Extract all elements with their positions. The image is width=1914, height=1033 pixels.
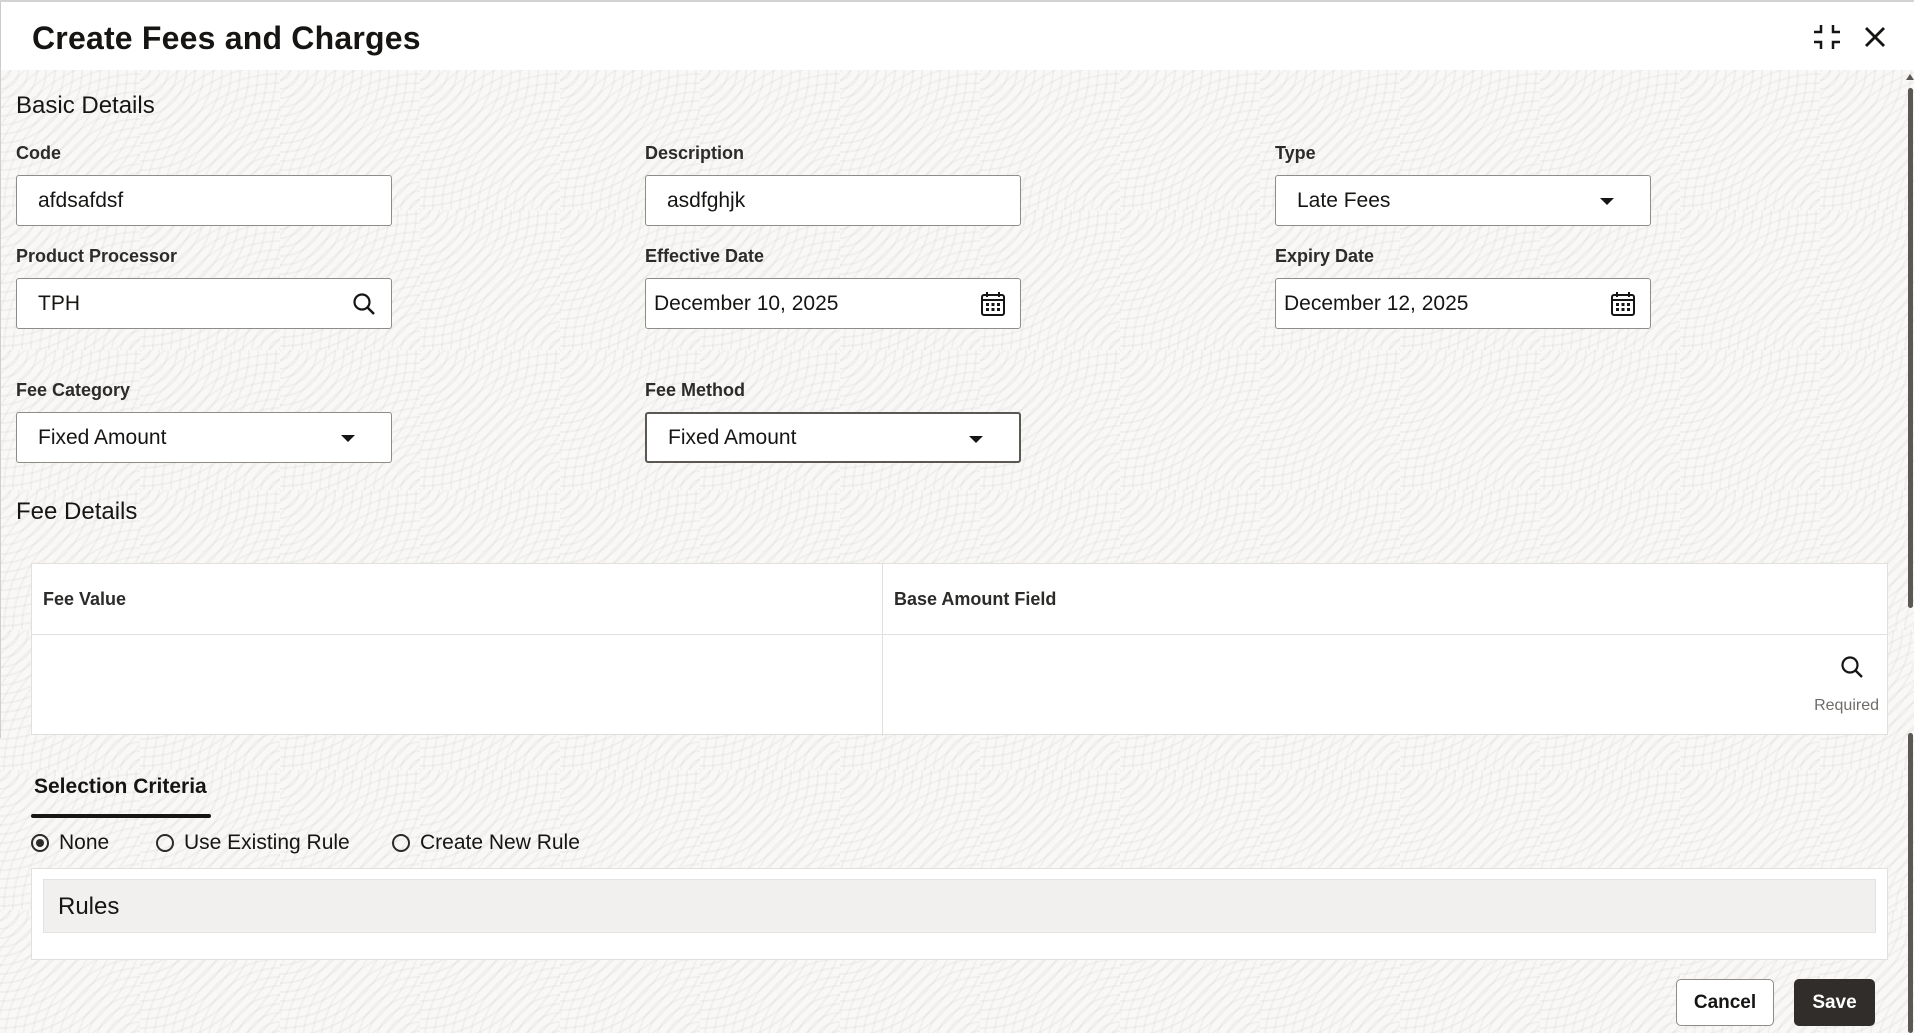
radio-none[interactable]: None xyxy=(31,830,109,856)
fee-category-label: Fee Category xyxy=(16,380,131,400)
chevron-down-icon xyxy=(969,436,983,443)
expiry-date-value: December 12, 2025 xyxy=(1284,292,1469,315)
effective-date-label: Effective Date xyxy=(645,246,765,266)
rules-header: Rules xyxy=(43,879,1876,933)
tab-selection-criteria[interactable]: Selection Criteria xyxy=(34,775,207,799)
column-header-base-amount-field: Base Amount Field xyxy=(894,589,1057,609)
fee-category-select[interactable]: Fixed Amount xyxy=(16,412,392,463)
product-processor-value: TPH xyxy=(38,292,80,315)
radio-button[interactable] xyxy=(156,834,174,852)
rules-panel: Rules xyxy=(31,868,1888,960)
left-edge xyxy=(0,70,1,738)
expiry-date-input[interactable]: December 12, 2025 xyxy=(1275,278,1651,329)
fee-value-cell[interactable] xyxy=(32,635,882,735)
description-value: asdfghjk xyxy=(667,189,746,212)
close-icon[interactable] xyxy=(1858,20,1892,54)
scrollbar-thumb[interactable] xyxy=(1908,88,1913,608)
scrollbar-thumb-secondary[interactable] xyxy=(1908,733,1913,1033)
basic-details-title: Basic Details xyxy=(16,92,155,119)
type-select[interactable]: Late Fees xyxy=(1275,175,1651,226)
chevron-down-icon xyxy=(1600,198,1614,205)
description-label: Description xyxy=(645,143,745,163)
collapse-icon[interactable] xyxy=(1810,20,1844,54)
fee-method-select[interactable]: Fixed Amount xyxy=(645,412,1021,463)
product-processor-label: Product Processor xyxy=(16,246,178,266)
cancel-button[interactable]: Cancel xyxy=(1676,979,1774,1026)
code-label: Code xyxy=(16,143,61,163)
expiry-date-label: Expiry Date xyxy=(1275,246,1375,266)
code-value: afdsafdsf xyxy=(38,189,124,212)
code-input[interactable]: afdsafdsf xyxy=(16,175,392,226)
product-processor-input[interactable]: TPH xyxy=(16,278,392,329)
type-label: Type xyxy=(1275,143,1316,163)
dialog-title: Create Fees and Charges xyxy=(32,20,421,56)
tab-underline xyxy=(31,814,211,818)
scrollbar[interactable] xyxy=(1906,74,1914,1033)
fee-method-label: Fee Method xyxy=(645,380,746,400)
dialog-header: Create Fees and Charges xyxy=(0,2,1914,70)
calendar-icon[interactable] xyxy=(1610,291,1636,317)
chevron-down-icon xyxy=(341,435,355,442)
description-input[interactable]: asdfghjk xyxy=(645,175,1021,226)
effective-date-value: December 10, 2025 xyxy=(654,292,839,315)
search-icon[interactable] xyxy=(351,291,377,317)
radio-none-label: None xyxy=(59,831,110,854)
type-value: Late Fees xyxy=(1297,189,1391,212)
effective-date-input[interactable]: December 10, 2025 xyxy=(645,278,1021,329)
radio-button-selected[interactable] xyxy=(31,834,49,852)
radio-create-new-rule[interactable]: Create New Rule xyxy=(392,830,580,856)
fee-method-value: Fixed Amount xyxy=(668,426,797,449)
rules-title: Rules xyxy=(58,893,120,920)
save-button[interactable]: Save xyxy=(1794,979,1875,1026)
search-icon[interactable] xyxy=(1839,654,1865,680)
radio-use-existing-rule-label: Use Existing Rule xyxy=(184,831,350,854)
fee-details-table: Fee Value Base Amount Field Required xyxy=(31,563,1888,736)
required-hint: Required xyxy=(1814,697,1879,714)
calendar-icon[interactable] xyxy=(980,291,1006,317)
fee-details-title: Fee Details xyxy=(16,498,138,525)
fee-category-value: Fixed Amount xyxy=(38,426,167,449)
radio-create-new-rule-label: Create New Rule xyxy=(420,831,580,854)
radio-use-existing-rule[interactable]: Use Existing Rule xyxy=(156,830,350,856)
radio-button[interactable] xyxy=(392,834,410,852)
column-header-fee-value: Fee Value xyxy=(43,589,127,609)
table-column-divider xyxy=(882,564,883,736)
scroll-up-arrow[interactable] xyxy=(1906,74,1914,80)
